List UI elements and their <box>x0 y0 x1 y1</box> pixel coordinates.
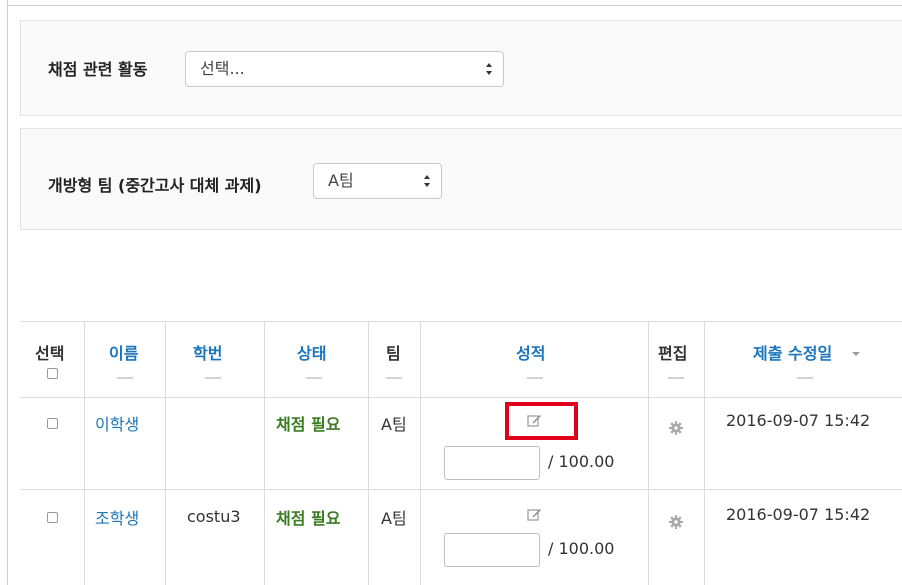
sort-dash-icon <box>306 377 322 379</box>
grading-activity-label: 채점 관련 활동 <box>48 60 148 79</box>
modified-date: 2016-09-07 15:42 <box>726 411 871 430</box>
column-header-status[interactable]: 상태 <box>297 340 326 364</box>
student-id: costu3 <box>187 507 241 526</box>
column-header-edit: 편집 <box>658 344 688 363</box>
student-name-link[interactable]: 조학생 <box>95 505 139 529</box>
pencil-edit-icon[interactable] <box>527 507 542 522</box>
col-divider <box>420 321 421 585</box>
col-divider <box>165 321 166 585</box>
column-header-team: 팀 <box>386 344 401 363</box>
team-text: A팀 <box>381 415 407 434</box>
grading-activity-value: 선택... <box>200 59 245 78</box>
team-text: A팀 <box>381 509 407 528</box>
column-header-student-id[interactable]: 학번 <box>193 340 222 364</box>
col-divider <box>84 321 85 585</box>
highlight-box <box>505 402 578 440</box>
grade-input[interactable] <box>444 446 540 480</box>
sort-dash-icon <box>668 377 684 379</box>
column-header-grade[interactable]: 성적 <box>516 340 545 364</box>
row-select-checkbox[interactable] <box>47 512 58 523</box>
grade-max: / 100.00 <box>548 452 615 471</box>
col-divider <box>704 321 705 585</box>
column-header-select: 선택 <box>35 344 65 363</box>
select-all-checkbox[interactable] <box>47 368 58 379</box>
sort-dash-icon <box>205 377 221 379</box>
table-top-border <box>20 321 902 322</box>
group-value: A팀 <box>328 171 354 190</box>
select-arrows-icon <box>424 175 430 187</box>
modified-date: 2016-09-07 15:42 <box>726 505 871 524</box>
col-divider <box>368 321 369 585</box>
group-label: 개방형 팀 (중간고사 대체 과제) <box>48 176 262 195</box>
column-header-modified[interactable]: 제출 수정일 <box>753 340 832 364</box>
frame-border-left <box>7 0 8 585</box>
caret-down-icon <box>852 352 860 356</box>
table-row-border <box>20 489 902 490</box>
sort-dash-icon <box>527 377 543 379</box>
col-divider <box>264 321 265 585</box>
gear-icon[interactable] <box>668 514 684 530</box>
grade-max: / 100.00 <box>548 539 615 558</box>
grading-activity-select[interactable]: 선택... <box>185 51 504 87</box>
sort-dash-icon <box>797 377 813 379</box>
sort-dash-icon <box>117 377 133 379</box>
frame-border-top <box>7 5 902 6</box>
student-name-link[interactable]: 이학생 <box>95 411 139 435</box>
select-arrows-icon <box>486 63 492 75</box>
row-select-checkbox[interactable] <box>47 418 58 429</box>
status-text: 채점 필요 <box>276 509 341 528</box>
table-header-border <box>20 397 902 398</box>
col-divider <box>648 321 649 585</box>
grade-input[interactable] <box>444 533 540 567</box>
gear-icon[interactable] <box>668 420 684 436</box>
column-header-name[interactable]: 이름 <box>109 340 138 364</box>
group-select[interactable]: A팀 <box>313 163 442 199</box>
status-text: 채점 필요 <box>276 415 341 434</box>
sort-dash-icon <box>386 377 402 379</box>
